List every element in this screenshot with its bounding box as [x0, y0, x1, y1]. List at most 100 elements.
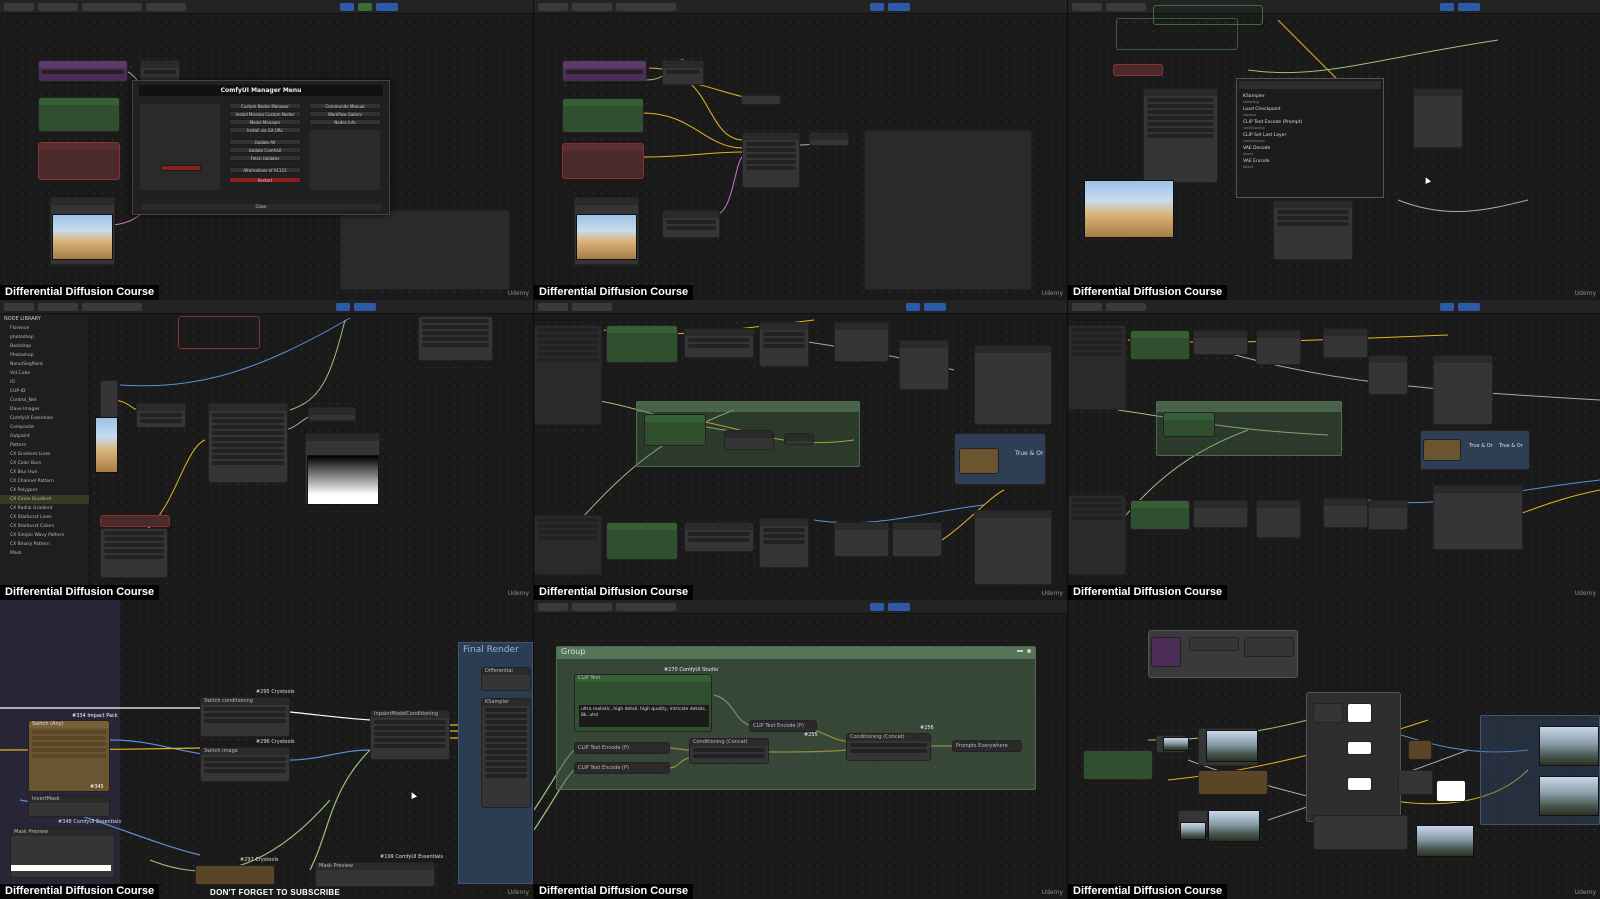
- node[interactable]: [1433, 485, 1523, 550]
- node[interactable]: [1244, 637, 1294, 657]
- conditioning-concat-node[interactable]: Conditioning (Concat): [846, 733, 931, 761]
- library-item[interactable]: Composite: [0, 423, 89, 432]
- positive-prompt-node[interactable]: [562, 98, 644, 133]
- custom-nodes-manager-button[interactable]: Custom Nodes Manager: [229, 103, 301, 109]
- negative-prompt-node[interactable]: [38, 142, 120, 180]
- toolbar-chip[interactable]: [82, 302, 142, 311]
- node[interactable]: [959, 448, 999, 474]
- node[interactable]: [100, 515, 170, 527]
- toolbar-chip[interactable]: [82, 2, 142, 11]
- node[interactable]: [724, 430, 774, 450]
- update-comfyui-button[interactable]: Update ComfyUI: [229, 147, 301, 153]
- final-render-group[interactable]: Final Render Differential KSampler: [458, 642, 533, 884]
- node[interactable]: [418, 316, 493, 361]
- node[interactable]: [1368, 500, 1408, 530]
- toolbar-chip[interactable]: [38, 302, 78, 311]
- toolbar-chip[interactable]: [1440, 302, 1454, 311]
- toolbar-chip[interactable]: [336, 302, 350, 311]
- negative-prompt-node[interactable]: [562, 143, 644, 179]
- group-node[interactable]: True & Or True & Or: [1420, 430, 1530, 470]
- toolbar-chip[interactable]: [1106, 302, 1146, 311]
- library-item[interactable]: CX Radial Gradient: [0, 504, 89, 513]
- preview-image-node[interactable]: [340, 210, 510, 290]
- node[interactable]: [974, 345, 1052, 425]
- library-item[interactable]: CX Starburst Lines: [0, 513, 89, 522]
- prompt-node[interactable]: [606, 522, 678, 560]
- close-button[interactable]: Close: [141, 204, 381, 210]
- toolbar-chip[interactable]: [1106, 2, 1146, 11]
- node[interactable]: [1413, 88, 1463, 148]
- manager-button[interactable]: [1458, 302, 1480, 311]
- node[interactable]: [834, 322, 889, 362]
- library-item[interactable]: CX Blur Hue: [0, 468, 89, 477]
- clip-text-encode-node[interactable]: CLIP Text Encode (P): [574, 762, 670, 774]
- node[interactable]: [741, 95, 781, 105]
- toolbar-chip[interactable]: [538, 2, 568, 11]
- notes-node[interactable]: [534, 325, 602, 425]
- prompt-node[interactable]: [644, 414, 706, 446]
- node[interactable]: [1323, 328, 1368, 358]
- toolbar-chip[interactable]: [572, 302, 612, 311]
- clip-text-encode-node[interactable]: CLIP Text Encode (P): [574, 742, 670, 754]
- toolbar-chip[interactable]: [4, 2, 34, 11]
- node[interactable]: [1323, 498, 1368, 528]
- toolbar-chip[interactable]: [906, 302, 920, 311]
- switch-conditioning-node[interactable]: Switch conditioning: [200, 697, 290, 737]
- node[interactable]: [1408, 740, 1432, 760]
- notes-node[interactable]: [534, 515, 602, 575]
- clip-text-encode-node[interactable]: CLIP Text Encode (P): [749, 720, 817, 732]
- group-collapse-icon[interactable]: [1017, 650, 1023, 652]
- prompt-node[interactable]: [1130, 500, 1190, 530]
- prompts-everywhere-node[interactable]: Prompts Everywhere: [952, 740, 1022, 752]
- node[interactable]: [1398, 770, 1433, 795]
- library-item[interactable]: CX Polygons: [0, 486, 89, 495]
- node[interactable]: [1313, 815, 1408, 850]
- library-item[interactable]: CX Starburst Colors: [0, 522, 89, 531]
- model-manager-button[interactable]: Model Manager: [229, 119, 301, 125]
- node[interactable]: [1198, 770, 1268, 795]
- node[interactable]: [899, 340, 949, 390]
- node[interactable]: [892, 522, 942, 557]
- node[interactable]: [834, 522, 889, 557]
- nodes-info-button[interactable]: Nodes Info: [309, 119, 381, 125]
- toolbar-chip[interactable]: [538, 602, 568, 611]
- unload-button[interactable]: [161, 165, 201, 171]
- manager-button[interactable]: [354, 302, 376, 311]
- node[interactable]: [759, 518, 809, 568]
- node[interactable]: [195, 865, 275, 885]
- manager-options-panel[interactable]: [139, 103, 221, 191]
- node[interactable]: [1193, 330, 1248, 355]
- library-item[interactable]: Nano/SegPaint: [0, 360, 89, 369]
- manager-button[interactable]: [888, 2, 910, 11]
- library-item[interactable]: ComfyUI Essentials: [0, 414, 89, 423]
- node[interactable]: [136, 403, 186, 428]
- workflow-gallery-button[interactable]: Workflow Gallery: [309, 111, 381, 117]
- node[interactable]: [662, 60, 704, 85]
- prompt-textarea[interactable]: ultra realistic, high detail, high quali…: [579, 705, 709, 727]
- conditioning-concat-node[interactable]: Conditioning (Concat): [689, 738, 769, 764]
- prompt-node[interactable]: [1163, 412, 1215, 437]
- toolbar-chip[interactable]: [572, 602, 612, 611]
- positive-prompt-node[interactable]: [38, 97, 120, 132]
- toolbar-chip[interactable]: [340, 2, 354, 11]
- grouped-nodes[interactable]: [1148, 630, 1298, 678]
- install-missing-button[interactable]: Install Missing Custom Nodes: [229, 111, 301, 117]
- library-item[interactable]: CX Channel Pattern: [0, 477, 89, 486]
- alternatives-button[interactable]: Alternatives of A1111: [229, 167, 301, 173]
- library-item[interactable]: Control_Net: [0, 396, 89, 405]
- load-checkpoint-node[interactable]: [562, 60, 647, 82]
- library-item[interactable]: CX Circle Gradient: [0, 495, 89, 504]
- invert-mask-node[interactable]: InvertMask: [28, 795, 110, 817]
- manager-button[interactable]: [924, 302, 946, 311]
- manager-button[interactable]: [376, 2, 398, 11]
- library-item[interactable]: CX Gradient Lines: [0, 450, 89, 459]
- vae-decode-node[interactable]: [809, 132, 849, 146]
- node[interactable]: [1151, 637, 1181, 667]
- node-search-popup[interactable]: KSampler sampling Load Checkpoint loader…: [1236, 78, 1384, 198]
- preview-image-node[interactable]: [864, 130, 1032, 290]
- library-item[interactable]: Backdrop: [0, 342, 89, 351]
- restart-button[interactable]: Restart: [229, 177, 301, 183]
- toolbar-chip[interactable]: [1072, 2, 1102, 11]
- manager-button[interactable]: [888, 602, 910, 611]
- library-item[interactable]: photoshop: [0, 333, 89, 342]
